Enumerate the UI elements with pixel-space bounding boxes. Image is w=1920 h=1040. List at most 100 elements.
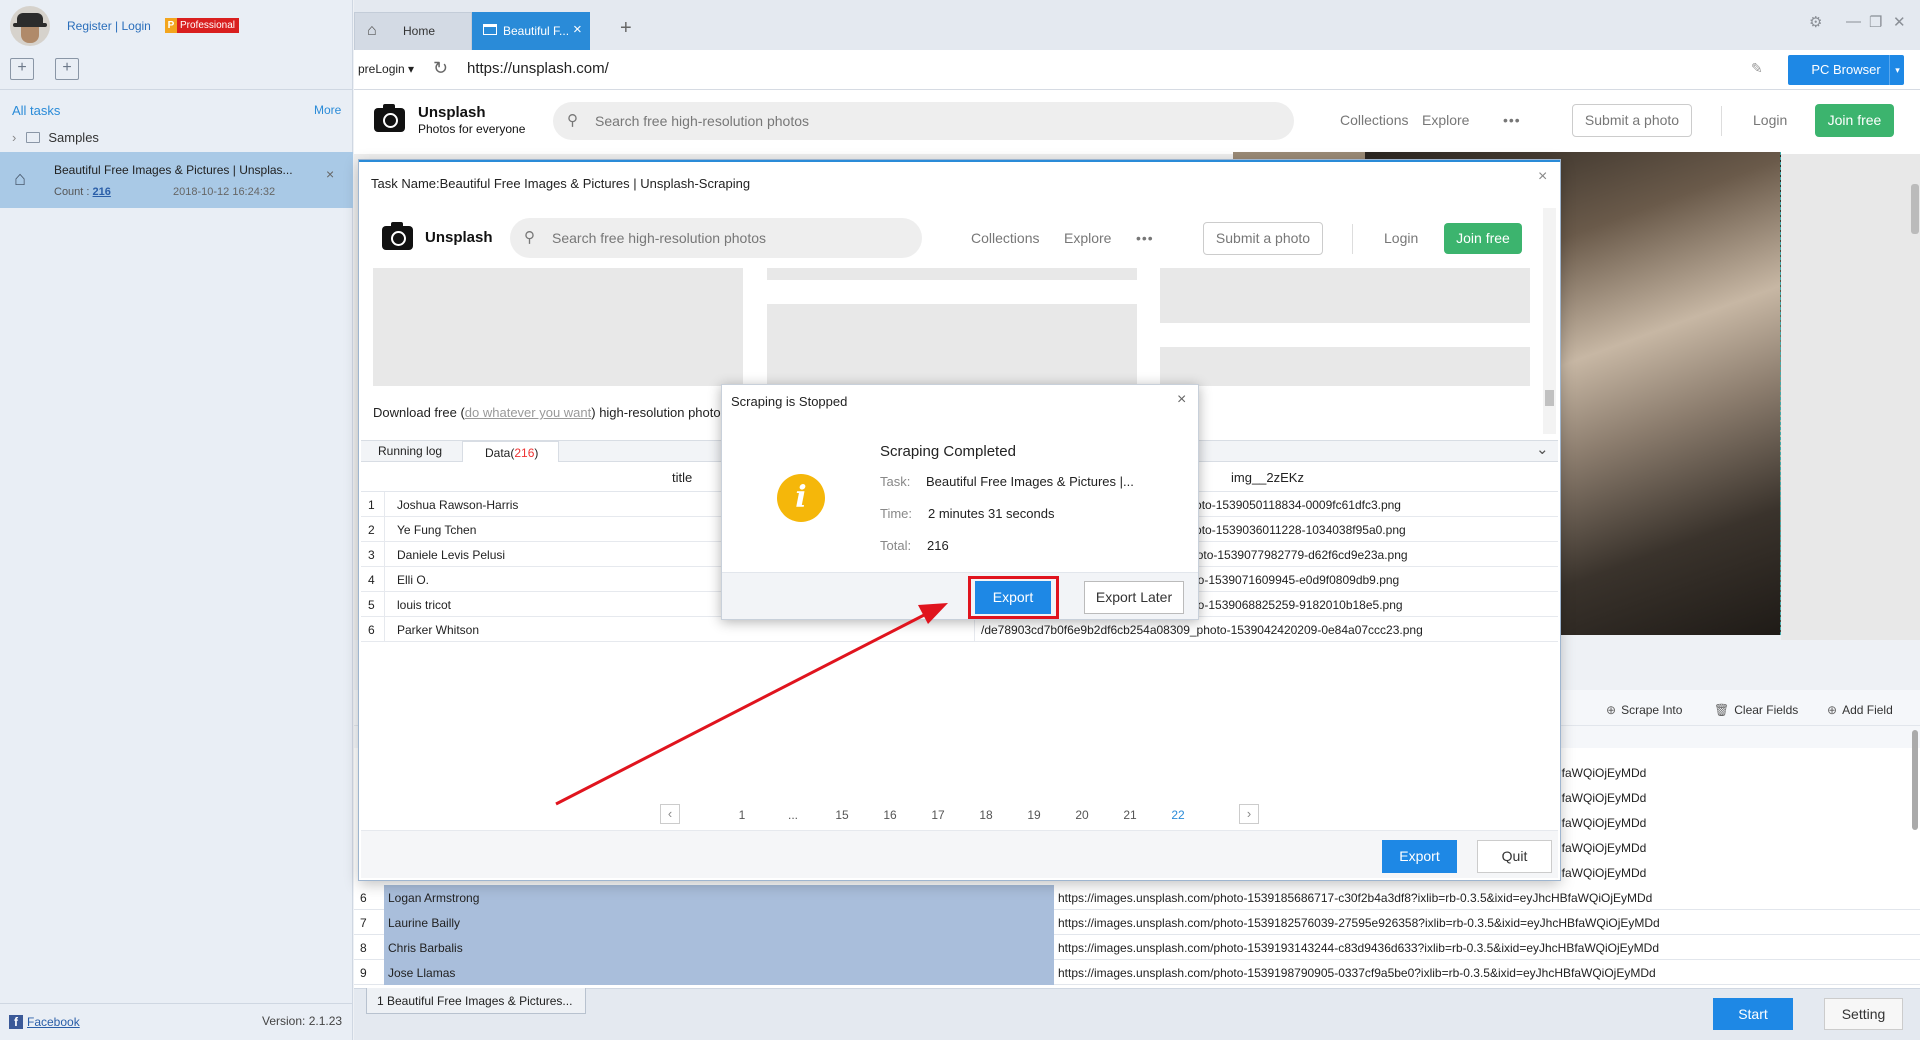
- sidebar-footer-divider: [0, 1003, 353, 1004]
- add-tab-icon[interactable]: +: [620, 17, 632, 40]
- facebook-icon[interactable]: f: [9, 1015, 23, 1029]
- nav-collections[interactable]: Collections: [1340, 112, 1408, 128]
- task-label: Task:: [880, 474, 911, 489]
- nav-explore[interactable]: Explore: [1064, 230, 1111, 246]
- facebook-link[interactable]: Facebook: [27, 1015, 80, 1029]
- clear-fields-button[interactable]: 🗑 Clear Fields: [1714, 703, 1798, 717]
- collapse-icon[interactable]: ⌄: [1536, 440, 1549, 458]
- close-icon[interactable]: ×: [326, 166, 334, 182]
- join-free-button[interactable]: Join free: [1815, 104, 1894, 137]
- table-row[interactable]: 9 Jose Llamas https://images.unsplash.com/…: [354, 960, 1920, 985]
- task-count: Count : 216: [54, 186, 111, 198]
- inner-search-input[interactable]: ⚲ Search free high-resolution photos: [510, 218, 922, 258]
- export-button[interactable]: Export: [1382, 840, 1457, 873]
- page-link-current[interactable]: 22: [1166, 808, 1190, 822]
- page-link[interactable]: 18: [974, 808, 998, 822]
- submit-photo-button[interactable]: Submit a photo: [1203, 222, 1323, 255]
- professional-badge: P Professional: [165, 18, 240, 33]
- task-title: Beautiful Free Images & Pictures | Unspl…: [54, 163, 293, 177]
- column-header-img: img__2zEKz: [1231, 470, 1304, 485]
- nav-collections[interactable]: Collections: [971, 230, 1039, 246]
- unsplash-logo-icon[interactable]: [382, 222, 413, 250]
- scrape-into-button[interactable]: ⊕ Scrape Into: [1606, 703, 1682, 717]
- modal-heading: Scraping Completed: [880, 443, 1016, 460]
- task-date: 2018-10-12 16:24:32: [173, 186, 276, 198]
- site-brand[interactable]: Unsplash: [418, 104, 486, 121]
- inner-login-link[interactable]: Login: [1384, 230, 1418, 246]
- settings-gear-icon[interactable]: ⚙: [1809, 13, 1822, 31]
- next-page-icon[interactable]: ›: [1239, 804, 1259, 824]
- table-row[interactable]: 6 Logan Armstrong https://images.unsplash.…: [354, 885, 1920, 910]
- time-value: 2 minutes 31 seconds: [928, 506, 1055, 521]
- page-link[interactable]: 15: [830, 808, 854, 822]
- nav-more-icon[interactable]: •••: [1503, 112, 1521, 128]
- submit-photo-button[interactable]: Submit a photo: [1572, 104, 1692, 137]
- home-icon: ⌂: [367, 22, 377, 39]
- all-tasks-link[interactable]: All tasks: [12, 103, 60, 118]
- export-later-button[interactable]: Export Later: [1084, 581, 1184, 614]
- page-scrollbar[interactable]: [1911, 184, 1919, 234]
- reload-icon[interactable]: ↻: [433, 58, 448, 79]
- avatar[interactable]: [10, 6, 50, 46]
- window-close-icon[interactable]: ✕: [1893, 13, 1906, 31]
- add-field-button[interactable]: ⊕ Add Field: [1827, 703, 1893, 717]
- restore-icon[interactable]: ❐: [1869, 13, 1882, 31]
- close-icon[interactable]: ×: [1538, 168, 1547, 186]
- chevron-right-icon: ›: [12, 130, 17, 145]
- start-button[interactable]: Start: [1713, 998, 1793, 1030]
- setting-button[interactable]: Setting: [1824, 998, 1903, 1030]
- table-row[interactable]: 7 Laurine Bailly https://images.unsplash.c…: [354, 910, 1920, 935]
- whatever-link[interactable]: do whatever you want: [465, 405, 591, 420]
- nav-more-icon[interactable]: •••: [1136, 230, 1154, 246]
- edit-icon[interactable]: ✎: [1751, 60, 1763, 77]
- page-link[interactable]: 21: [1118, 808, 1142, 822]
- page-icon: [483, 24, 497, 35]
- more-link[interactable]: More: [314, 103, 341, 117]
- tab-close-icon[interactable]: ×: [573, 21, 582, 38]
- minimize-icon[interactable]: —: [1846, 13, 1861, 30]
- unsplash-logo-icon[interactable]: [374, 104, 405, 132]
- table-scrollbar[interactable]: [1912, 730, 1918, 830]
- page-link[interactable]: 1: [730, 808, 754, 822]
- new-folder-icon[interactable]: +: [55, 58, 79, 80]
- prev-page-icon[interactable]: ‹: [660, 804, 680, 824]
- url-fragment: HBfaWQiOjEyMDd: [1545, 866, 1647, 880]
- task-tab[interactable]: 1 Beautiful Free Images & Pictures...: [366, 988, 586, 1014]
- table-row[interactable]: 6 Parker Whitson/de78903cd7b0f6e9b2df6cb2…: [361, 617, 1558, 642]
- page-link[interactable]: 16: [878, 808, 902, 822]
- pc-browser-button[interactable]: PC Browser: [1788, 55, 1904, 85]
- tab-data[interactable]: Data(216): [462, 441, 559, 462]
- chevron-down-icon[interactable]: ▾: [1889, 55, 1905, 85]
- page-link[interactable]: 17: [926, 808, 950, 822]
- join-free-button[interactable]: Join free: [1444, 223, 1522, 254]
- quit-button[interactable]: Quit: [1477, 840, 1552, 873]
- page-link[interactable]: 20: [1070, 808, 1094, 822]
- inner-site-brand[interactable]: Unsplash: [425, 229, 493, 246]
- version-label: Version: 2.1.23: [262, 1014, 343, 1028]
- nav-explore[interactable]: Explore: [1422, 112, 1469, 128]
- inner-scrollbar-thumb[interactable]: [1545, 390, 1554, 406]
- samples-folder[interactable]: › Samples: [12, 130, 99, 145]
- tab-active[interactable]: Beautiful F... ×: [472, 12, 590, 50]
- site-search-input[interactable]: ⚲ Search free high-resolution photos: [553, 102, 1294, 140]
- image-placeholder: [767, 304, 1137, 386]
- tab-home[interactable]: ⌂ Home: [354, 12, 472, 50]
- image-placeholder: [1160, 347, 1530, 386]
- task-count-link[interactable]: 216: [93, 186, 111, 198]
- register-login-link[interactable]: Register | Login: [67, 19, 151, 33]
- search-icon: ⚲: [567, 112, 578, 129]
- search-placeholder: Search free high-resolution photos: [595, 113, 810, 129]
- close-icon[interactable]: ×: [1177, 391, 1186, 409]
- prelogin-dropdown[interactable]: preLogin ▾: [358, 62, 414, 76]
- url-input[interactable]: https://unsplash.com/: [467, 60, 609, 77]
- table-row[interactable]: 8 Chris Barbalis https://images.unsplash.c…: [354, 935, 1920, 960]
- dialog-accent-line: [359, 160, 1560, 162]
- search-icon: ⚲: [524, 229, 535, 246]
- site-login-link[interactable]: Login: [1753, 112, 1787, 128]
- task-value: Beautiful Free Images & Pictures |...: [926, 474, 1134, 489]
- image-placeholder: [373, 268, 743, 386]
- page-link[interactable]: 19: [1022, 808, 1046, 822]
- tab-running-log[interactable]: Running log: [378, 444, 442, 458]
- new-task-icon[interactable]: +: [10, 58, 34, 80]
- task-list-item[interactable]: ⌂ Beautiful Free Images & Pictures | Uns…: [0, 152, 353, 208]
